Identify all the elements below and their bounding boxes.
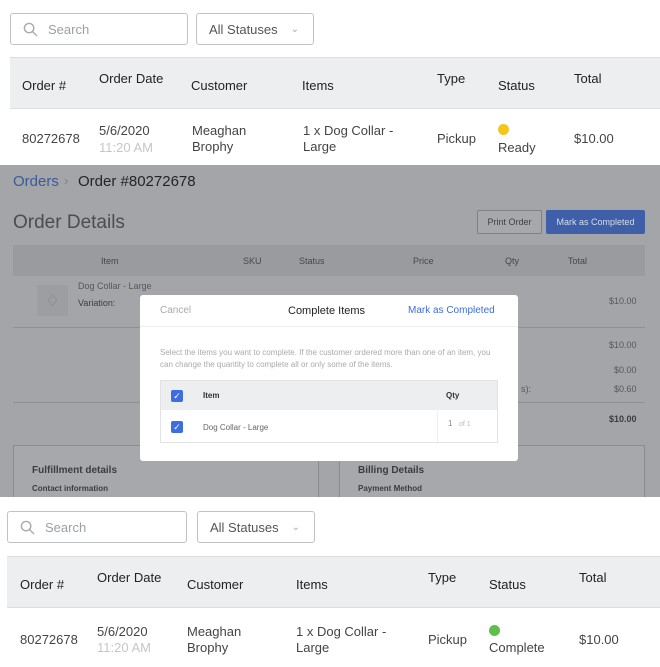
tag-icon: ♢ [37, 285, 68, 316]
customer-first: Meaghan [187, 624, 242, 639]
complete-items-modal: Cancel Complete Items Mark as Completed … [140, 295, 518, 461]
order-type: Pickup [437, 131, 477, 146]
breadcrumb-current: Order #80272678 [78, 173, 196, 190]
print-order-button[interactable]: Print Order [477, 210, 542, 234]
status-filter-value: All Statuses [210, 519, 279, 535]
search-icon [23, 22, 38, 37]
modal-instructions: Select the items you want to complete. I… [160, 348, 491, 369]
search-input[interactable]: Search [7, 511, 187, 543]
col-date: Order Date [99, 71, 164, 86]
item-name: Dog Collar - Large [78, 281, 152, 291]
customer-first: Meaghan [192, 123, 247, 138]
page-title: Order Details [13, 212, 125, 233]
col-type: Type [428, 570, 457, 585]
items-line1: 1 x Dog Collar - [303, 123, 394, 138]
order-type: Pickup [428, 632, 468, 647]
status-filter-value: All Statuses [209, 21, 278, 37]
discount: $0.00 [614, 365, 637, 375]
col-items: Items [296, 577, 328, 592]
status-dot-icon [489, 625, 500, 636]
col-status: Status [299, 256, 325, 266]
col-customer: Customer [191, 78, 248, 93]
search-placeholder: Search [48, 21, 90, 37]
status-badge: Complete [489, 640, 545, 655]
order-total: $10.00 [574, 131, 614, 146]
col-status: Status [498, 78, 535, 93]
col-customer: Customer [187, 577, 244, 592]
order-number: 80272678 [22, 131, 80, 146]
col-item: Item [203, 391, 220, 400]
order-time: 11:20 AM [99, 140, 153, 155]
order-detail-view[interactable]: Orders › Order #80272678 Order Details P… [0, 165, 660, 497]
order-number: 80272678 [20, 632, 78, 647]
col-price: Price [413, 256, 434, 266]
items-line2: Large [303, 139, 337, 154]
items-table-header: Item SKU Status Price Qty Total [13, 245, 645, 276]
divider [140, 326, 518, 327]
modal-confirm-button[interactable]: Mark as Completed [408, 305, 495, 316]
item-total: $10.00 [609, 296, 637, 306]
complete-items-table: ✓ Item Qty ✓ Dog Collar - Large 1 of 1 [160, 380, 498, 443]
search-icon [20, 520, 35, 535]
chevron-right-icon: › [64, 173, 69, 188]
qty-input[interactable]: 1 of 1 [437, 411, 497, 442]
items-line2: Large [296, 640, 330, 655]
col-order: Order # [22, 78, 67, 93]
search-placeholder: Search [45, 519, 87, 535]
search-input[interactable]: Search [10, 13, 188, 45]
table-header: Order # Order Date Customer Items Type S… [10, 57, 660, 109]
tax: $0.60 [614, 384, 637, 394]
col-type: Type [437, 71, 466, 86]
grand-total: $10.00 [609, 414, 637, 424]
col-order: Order # [20, 577, 65, 592]
col-qty: Qty [505, 256, 520, 266]
item-variation: Variation: [78, 298, 116, 308]
customer-last: Brophy [192, 139, 234, 154]
status-badge: Ready [498, 140, 536, 155]
item-checkbox[interactable]: ✓ [171, 421, 183, 433]
mark-completed-button[interactable]: Mark as Completed [546, 210, 645, 234]
order-time: 11:20 AM [97, 640, 151, 655]
qty-value: 1 [448, 419, 453, 428]
payment-label: Payment Method [358, 484, 423, 493]
select-all-checkbox[interactable]: ✓ [171, 390, 183, 402]
status-filter[interactable]: All Statuses ⌄ [196, 13, 314, 45]
col-date: Order Date [97, 570, 162, 585]
chevron-down-icon: ⌄ [291, 521, 300, 533]
col-total: Total [574, 71, 602, 86]
col-items: Items [302, 78, 334, 93]
cancel-button[interactable]: Cancel [160, 305, 191, 316]
orders-list-after: Search All Statuses ⌄ Order # Order Date… [0, 497, 660, 667]
subtotal: $10.00 [609, 340, 637, 350]
status-filter[interactable]: All Statuses ⌄ [197, 511, 315, 543]
col-item: Item [101, 256, 119, 266]
modal-title: Complete Items [288, 305, 366, 317]
order-total: $10.00 [579, 632, 619, 647]
chevron-down-icon: ⌄ [290, 23, 299, 35]
order-date: 5/6/2020 [99, 123, 150, 138]
fulfillment-title: Fulfillment details [32, 465, 118, 476]
col-total: Total [579, 570, 607, 585]
col-sku: SKU [243, 256, 262, 266]
orders-list-before: Search All Statuses ⌄ Order # Order Date… [0, 0, 660, 165]
billing-title: Billing Details [358, 465, 425, 476]
status-dot-icon [498, 124, 509, 135]
table-header: Order # Order Date Customer Items Type S… [7, 556, 660, 608]
col-status: Status [489, 577, 526, 592]
breadcrumb-orders-link[interactable]: Orders [13, 173, 59, 190]
qty-of: of 1 [459, 421, 471, 428]
contact-label: Contact information [32, 484, 108, 493]
item-name: Dog Collar - Large [203, 423, 269, 432]
col-total: Total [568, 256, 588, 266]
order-date: 5/6/2020 [97, 624, 148, 639]
col-qty: Qty [446, 391, 460, 400]
tax-label: s): [521, 384, 531, 394]
items-line1: 1 x Dog Collar - [296, 624, 387, 639]
customer-last: Brophy [187, 640, 229, 655]
